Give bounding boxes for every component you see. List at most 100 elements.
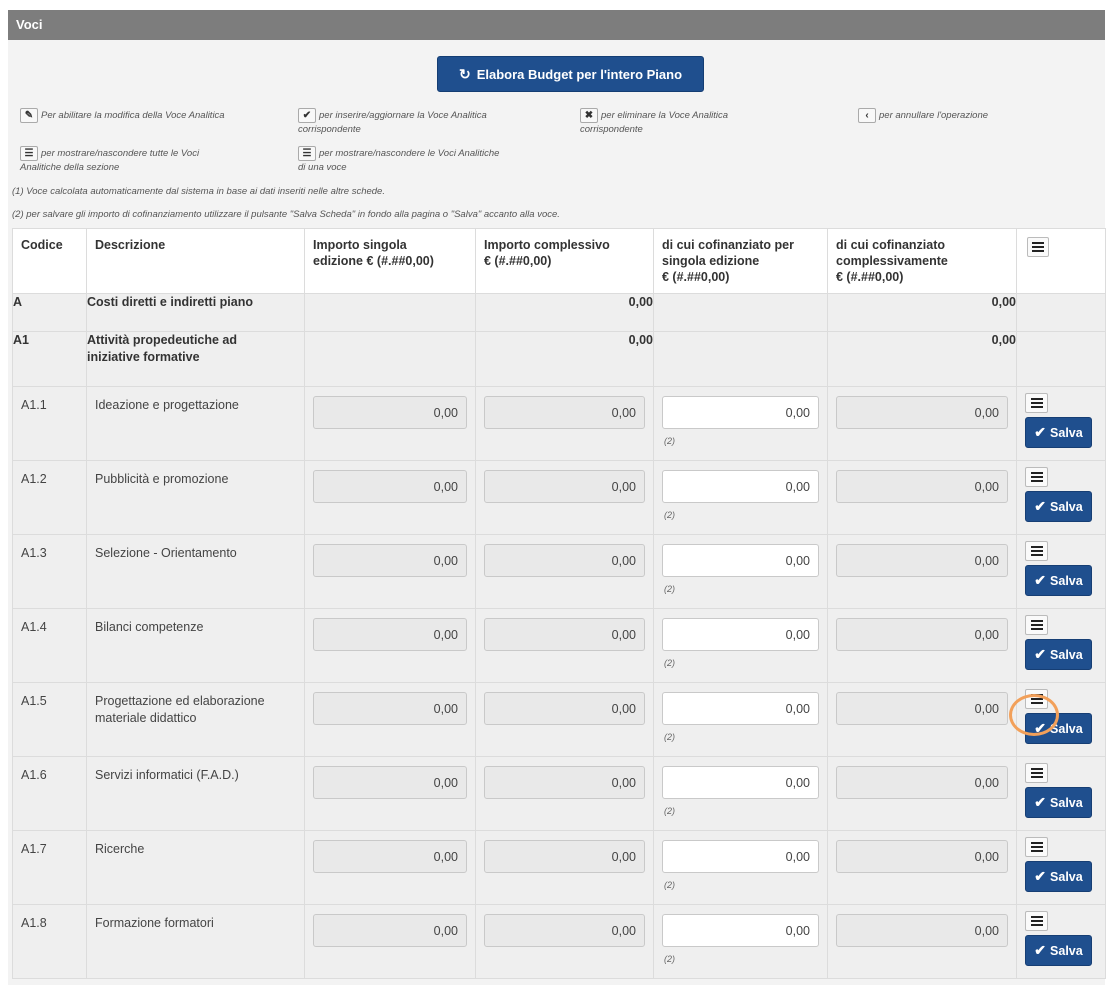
importo-singola-field: 0,00 <box>313 470 467 503</box>
section-compl: 0,00 <box>475 331 654 387</box>
toggle-voci-button[interactable] <box>1025 541 1048 561</box>
header-cofinanziato-complessivo: di cui cofinanziato complessivamente € (#.… <box>827 228 1017 294</box>
check-icon: ✔ <box>1034 720 1047 736</box>
section-desc: Attività propedeutiche ad iniziative form… <box>86 331 305 387</box>
list-icon: ☰ <box>20 146 38 161</box>
importo-singola-field: 0,00 <box>313 766 467 799</box>
voci-panel: Voci ↻ Elabora Budget per l'intero Piano… <box>8 10 1106 985</box>
salva-button[interactable]: ✔ Salva <box>1025 639 1092 670</box>
note-marker: (2) <box>664 732 675 742</box>
chevron-left-icon: ‹ <box>858 108 876 123</box>
list-icon: ☰ <box>298 146 316 161</box>
table-row: A1.4 Bilanci competenze 0,00 0,00 0,00 (2… <box>12 608 1106 683</box>
cofinanziato-singola-input[interactable]: 0,00 <box>662 692 819 725</box>
cofinanziato-singola-input[interactable]: 0,00 <box>662 618 819 651</box>
edit-icon: ✎ <box>20 108 38 123</box>
salva-button[interactable]: ✔ Salva <box>1025 417 1092 448</box>
toggle-voci-button[interactable] <box>1025 911 1048 931</box>
check-icon: ✔ <box>1034 942 1047 958</box>
importo-complessivo-field: 0,00 <box>484 544 645 577</box>
cofinanziato-complessivo-field: 0,00 <box>836 692 1008 725</box>
header-codice: Codice <box>12 228 87 294</box>
cofinanziato-complessivo-field: 0,00 <box>836 840 1008 873</box>
toggle-voci-button[interactable] <box>1025 393 1048 413</box>
legend-toggle-one: ☰ per mostrare/nascondere le Voci Analiti… <box>298 146 500 173</box>
legend-edit: ✎ Per abilitare la modifica della Voce An… <box>20 108 225 123</box>
check-icon: ✔ <box>1034 646 1047 662</box>
toggle-all-button[interactable] <box>1027 237 1049 257</box>
importo-singola-field: 0,00 <box>313 840 467 873</box>
close-icon: ✖ <box>580 108 598 123</box>
salva-button[interactable]: ✔ Salva <box>1025 861 1092 892</box>
toggle-voci-button[interactable] <box>1025 689 1048 709</box>
row-description: Ricerche <box>86 830 305 905</box>
list-icon <box>1032 242 1044 252</box>
cofinanziato-singola-input[interactable]: 0,00 <box>662 840 819 873</box>
toggle-voci-button[interactable] <box>1025 763 1048 783</box>
section-desc: Costi diretti e indiretti piano <box>86 293 305 332</box>
importo-singola-field: 0,00 <box>313 544 467 577</box>
cofinanziato-singola-input[interactable]: 0,00 <box>662 396 819 429</box>
legend-insert: ✔ per inserire/aggiornare la Voce Analiti… <box>298 108 487 135</box>
legend-cancel: ‹ per annullare l'operazione <box>858 108 988 123</box>
cofinanziato-singola-input[interactable]: 0,00 <box>662 470 819 503</box>
cofinanziato-complessivo-field: 0,00 <box>836 396 1008 429</box>
list-icon <box>1030 842 1043 852</box>
section-code: A1 <box>12 331 87 387</box>
panel-body: ↻ Elabora Budget per l'intero Piano ✎ Per… <box>8 40 1106 985</box>
note-marker: (2) <box>664 510 675 520</box>
list-icon <box>1030 916 1043 926</box>
row-description: Formazione formatori <box>86 904 305 979</box>
check-icon: ✔ <box>1034 572 1047 588</box>
check-icon: ✔ <box>298 108 316 123</box>
salva-button[interactable]: ✔ Salva <box>1025 713 1092 744</box>
salva-button[interactable]: ✔ Salva <box>1025 491 1092 522</box>
table-row: A1.7 Ricerche 0,00 0,00 0,00 (2) 0,00 ✔ Sa… <box>12 830 1106 905</box>
salva-button[interactable]: ✔ Salva <box>1025 565 1092 596</box>
header-descrizione: Descrizione <box>86 228 305 294</box>
legend-delete: ✖ per eliminare la Voce Analitica corrispo… <box>580 108 729 135</box>
cofinanziato-complessivo-field: 0,00 <box>836 544 1008 577</box>
toggle-voci-button[interactable] <box>1025 467 1048 487</box>
list-icon <box>1030 620 1043 630</box>
cofinanziato-complessivo-field: 0,00 <box>836 914 1008 947</box>
importo-complessivo-field: 0,00 <box>484 840 645 873</box>
cofinanziato-singola-input[interactable]: 0,00 <box>662 914 819 947</box>
list-icon <box>1030 398 1043 408</box>
row-description: Ideazione e progettazione <box>86 386 305 461</box>
importo-complessivo-field: 0,00 <box>484 470 645 503</box>
row-code: A1.4 <box>12 608 87 683</box>
importo-singola-field: 0,00 <box>313 618 467 651</box>
check-icon: ✔ <box>1034 498 1047 514</box>
list-icon <box>1030 546 1043 556</box>
cofinanziato-singola-input[interactable]: 0,00 <box>662 544 819 577</box>
table-row: A1.2 Pubblicità e promozione 0,00 0,00 0… <box>12 460 1106 535</box>
list-icon <box>1030 694 1043 704</box>
toggle-voci-button[interactable] <box>1025 837 1048 857</box>
row-description: Servizi informatici (F.A.D.) <box>86 756 305 831</box>
toggle-voci-button[interactable] <box>1025 615 1048 635</box>
section-row-a: A Costi diretti e indiretti piano 0,00 0… <box>12 293 1106 332</box>
table-row: A1.8 Formazione formatori 0,00 0,00 0,00… <box>12 904 1106 979</box>
row-code: A1.6 <box>12 756 87 831</box>
salva-button[interactable]: ✔ Salva <box>1025 787 1092 818</box>
table-row: A1.5 Progettazione ed elaborazione materi… <box>12 682 1106 757</box>
row-description: Selezione - Orientamento <box>86 534 305 609</box>
header-cofinanziato-singola: di cui cofinanziato per singola edizione €… <box>653 228 828 294</box>
cofinanziato-singola-input[interactable]: 0,00 <box>662 766 819 799</box>
row-code: A1.5 <box>12 682 87 757</box>
table-header: Codice Descrizione Importo singola edizio… <box>12 228 1106 294</box>
row-description: Bilanci competenze <box>86 608 305 683</box>
check-icon: ✔ <box>1034 794 1047 810</box>
salva-button[interactable]: ✔ Salva <box>1025 935 1092 966</box>
importo-complessivo-field: 0,00 <box>484 914 645 947</box>
importo-singola-field: 0,00 <box>313 914 467 947</box>
header-importo-complessivo: Importo complessivo € (#.##0,00) <box>475 228 654 294</box>
importo-complessivo-field: 0,00 <box>484 618 645 651</box>
note-marker: (2) <box>664 658 675 668</box>
cofinanziato-complessivo-field: 0,00 <box>836 618 1008 651</box>
elabora-budget-button[interactable]: ↻ Elabora Budget per l'intero Piano <box>437 56 704 92</box>
table-row: A1.1 Ideazione e progettazione 0,00 0,00… <box>12 386 1106 461</box>
note-marker: (2) <box>664 880 675 890</box>
importo-complessivo-field: 0,00 <box>484 396 645 429</box>
